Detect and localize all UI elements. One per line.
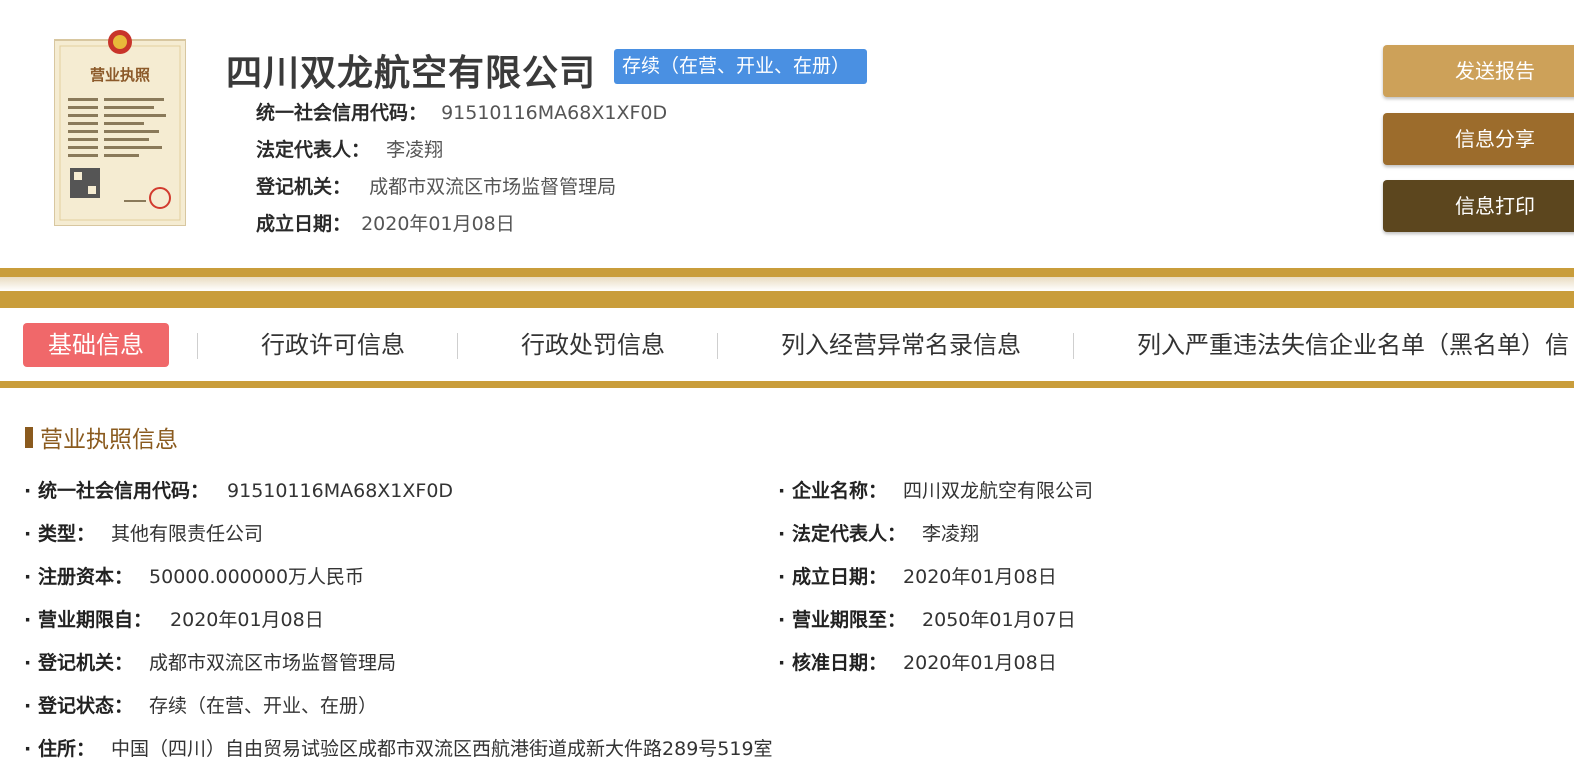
tab-administrative-penalty[interactable]: 行政处罚信息 — [521, 323, 665, 367]
info-row-term-from: · 营业期限自： 2020年01月08日 — [24, 607, 324, 633]
info-label: 成立日期： — [792, 566, 888, 588]
bullet: · — [24, 695, 32, 717]
bullet: · — [778, 609, 786, 631]
divider-shadow — [0, 277, 1574, 291]
bullet: · — [778, 566, 786, 588]
info-value: 2020年01月08日 — [903, 652, 1057, 674]
business-license-image[interactable]: 营业执照 — [53, 28, 187, 227]
header-row-credit-code: 统一社会信用代码： 91510116MA68X1XF0D — [256, 98, 667, 125]
tab-separator — [457, 333, 458, 359]
info-label: 营业期限自： — [38, 609, 153, 631]
bullet: · — [24, 738, 32, 760]
tab-abnormal-operation[interactable]: 列入经营异常名录信息 — [781, 323, 1021, 367]
company-name: 四川双龙航空有限公司 — [226, 53, 597, 94]
header-row-established-date: 成立日期： 2020年01月08日 — [256, 209, 515, 236]
info-value: 四川双龙航空有限公司 — [903, 480, 1094, 502]
national-emblem-icon — [108, 30, 132, 54]
tab-administrative-license[interactable]: 行政许可信息 — [261, 323, 405, 367]
info-value: 50000.000000万人民币 — [149, 566, 365, 588]
tab-separator — [717, 333, 718, 359]
license-image-title: 营业执照 — [90, 66, 150, 84]
info-row-approval-date: · 核准日期： 2020年01月08日 — [778, 650, 1057, 676]
info-row-company-name: · 企业名称： 四川双龙航空有限公司 — [778, 478, 1093, 504]
header-row-legal-rep: 法定代表人： 李凌翔 — [256, 135, 443, 162]
info-row-registration-authority: · 登记机关： 成都市双流区市场监督管理局 — [24, 650, 396, 676]
info-row-registered-capital: · 注册资本： 50000.000000万人民币 — [24, 564, 364, 590]
info-row-type: · 类型： 其他有限责任公司 — [24, 521, 263, 547]
bullet: · — [24, 609, 32, 631]
header-value: 成都市双流区市场监督管理局 — [369, 176, 617, 198]
info-value: 李凌翔 — [922, 523, 980, 545]
info-label: 住所： — [38, 738, 96, 760]
section-marker — [25, 427, 33, 448]
gold-divider — [0, 291, 1574, 308]
info-label: 营业期限至： — [792, 609, 907, 631]
info-value: 存续（在营、开业、在册） — [149, 695, 378, 717]
section-title: 营业执照信息 — [40, 427, 178, 453]
gold-divider — [0, 381, 1574, 388]
info-label: 统一社会信用代码： — [38, 480, 210, 502]
header-label: 统一社会信用代码： — [256, 102, 428, 124]
info-row-address: · 住所： 中国（四川）自由贸易试验区成都市双流区西航港街道成新大件路289号519… — [24, 736, 773, 762]
bullet: · — [24, 566, 32, 588]
gold-divider — [0, 268, 1574, 277]
bullet: · — [778, 523, 786, 545]
info-label: 登记机关： — [38, 652, 134, 674]
info-row-credit-code: · 统一社会信用代码： 91510116MA68X1XF0D — [24, 478, 453, 504]
info-row-established-date: · 成立日期： 2020年01月08日 — [778, 564, 1057, 590]
share-info-button[interactable]: 信息分享 — [1383, 113, 1574, 165]
info-row-term-to: · 营业期限至： 2050年01月07日 — [778, 607, 1076, 633]
bullet: · — [24, 480, 32, 502]
info-label: 类型： — [38, 523, 96, 545]
header-value: 李凌翔 — [386, 139, 444, 161]
bullet: · — [778, 480, 786, 502]
info-value: 成都市双流区市场监督管理局 — [149, 652, 397, 674]
info-label: 登记状态： — [38, 695, 134, 717]
info-row-legal-rep: · 法定代表人： 李凌翔 — [778, 521, 979, 547]
info-label: 法定代表人： — [792, 523, 907, 545]
info-value: 2020年01月08日 — [903, 566, 1057, 588]
header-label: 登记机关： — [256, 176, 352, 198]
tab-blacklist[interactable]: 列入严重违法失信企业名单（黑名单）信 — [1137, 323, 1574, 367]
info-value: 中国（四川）自由贸易试验区成都市双流区西航港街道成新大件路289号519室 — [111, 738, 773, 760]
header-value: 2020年01月08日 — [361, 213, 515, 235]
tab-separator — [1073, 333, 1074, 359]
header-value: 91510116MA68X1XF0D — [441, 102, 668, 124]
tab-separator — [197, 333, 198, 359]
bullet: · — [778, 652, 786, 674]
header-label: 法定代表人： — [256, 139, 371, 161]
info-value: 其他有限责任公司 — [111, 523, 264, 545]
info-row-registration-status: · 登记状态： 存续（在营、开业、在册） — [24, 693, 377, 719]
send-report-button[interactable]: 发送报告 — [1383, 45, 1574, 97]
tab-basic-info[interactable]: 基础信息 — [23, 323, 169, 367]
info-value: 2050年01月07日 — [922, 609, 1076, 631]
bullet: · — [24, 523, 32, 545]
bullet: · — [24, 652, 32, 674]
info-label: 核准日期： — [792, 652, 888, 674]
status-badge: 存续（在营、开业、在册） — [614, 49, 868, 84]
header-label: 成立日期： — [256, 213, 352, 235]
info-label: 企业名称： — [792, 480, 888, 502]
info-value: 2020年01月08日 — [170, 609, 324, 631]
info-value: 91510116MA68X1XF0D — [227, 480, 454, 502]
header-row-registration-authority: 登记机关： 成都市双流区市场监督管理局 — [256, 172, 616, 199]
info-label: 注册资本： — [38, 566, 134, 588]
print-info-button[interactable]: 信息打印 — [1383, 180, 1574, 232]
